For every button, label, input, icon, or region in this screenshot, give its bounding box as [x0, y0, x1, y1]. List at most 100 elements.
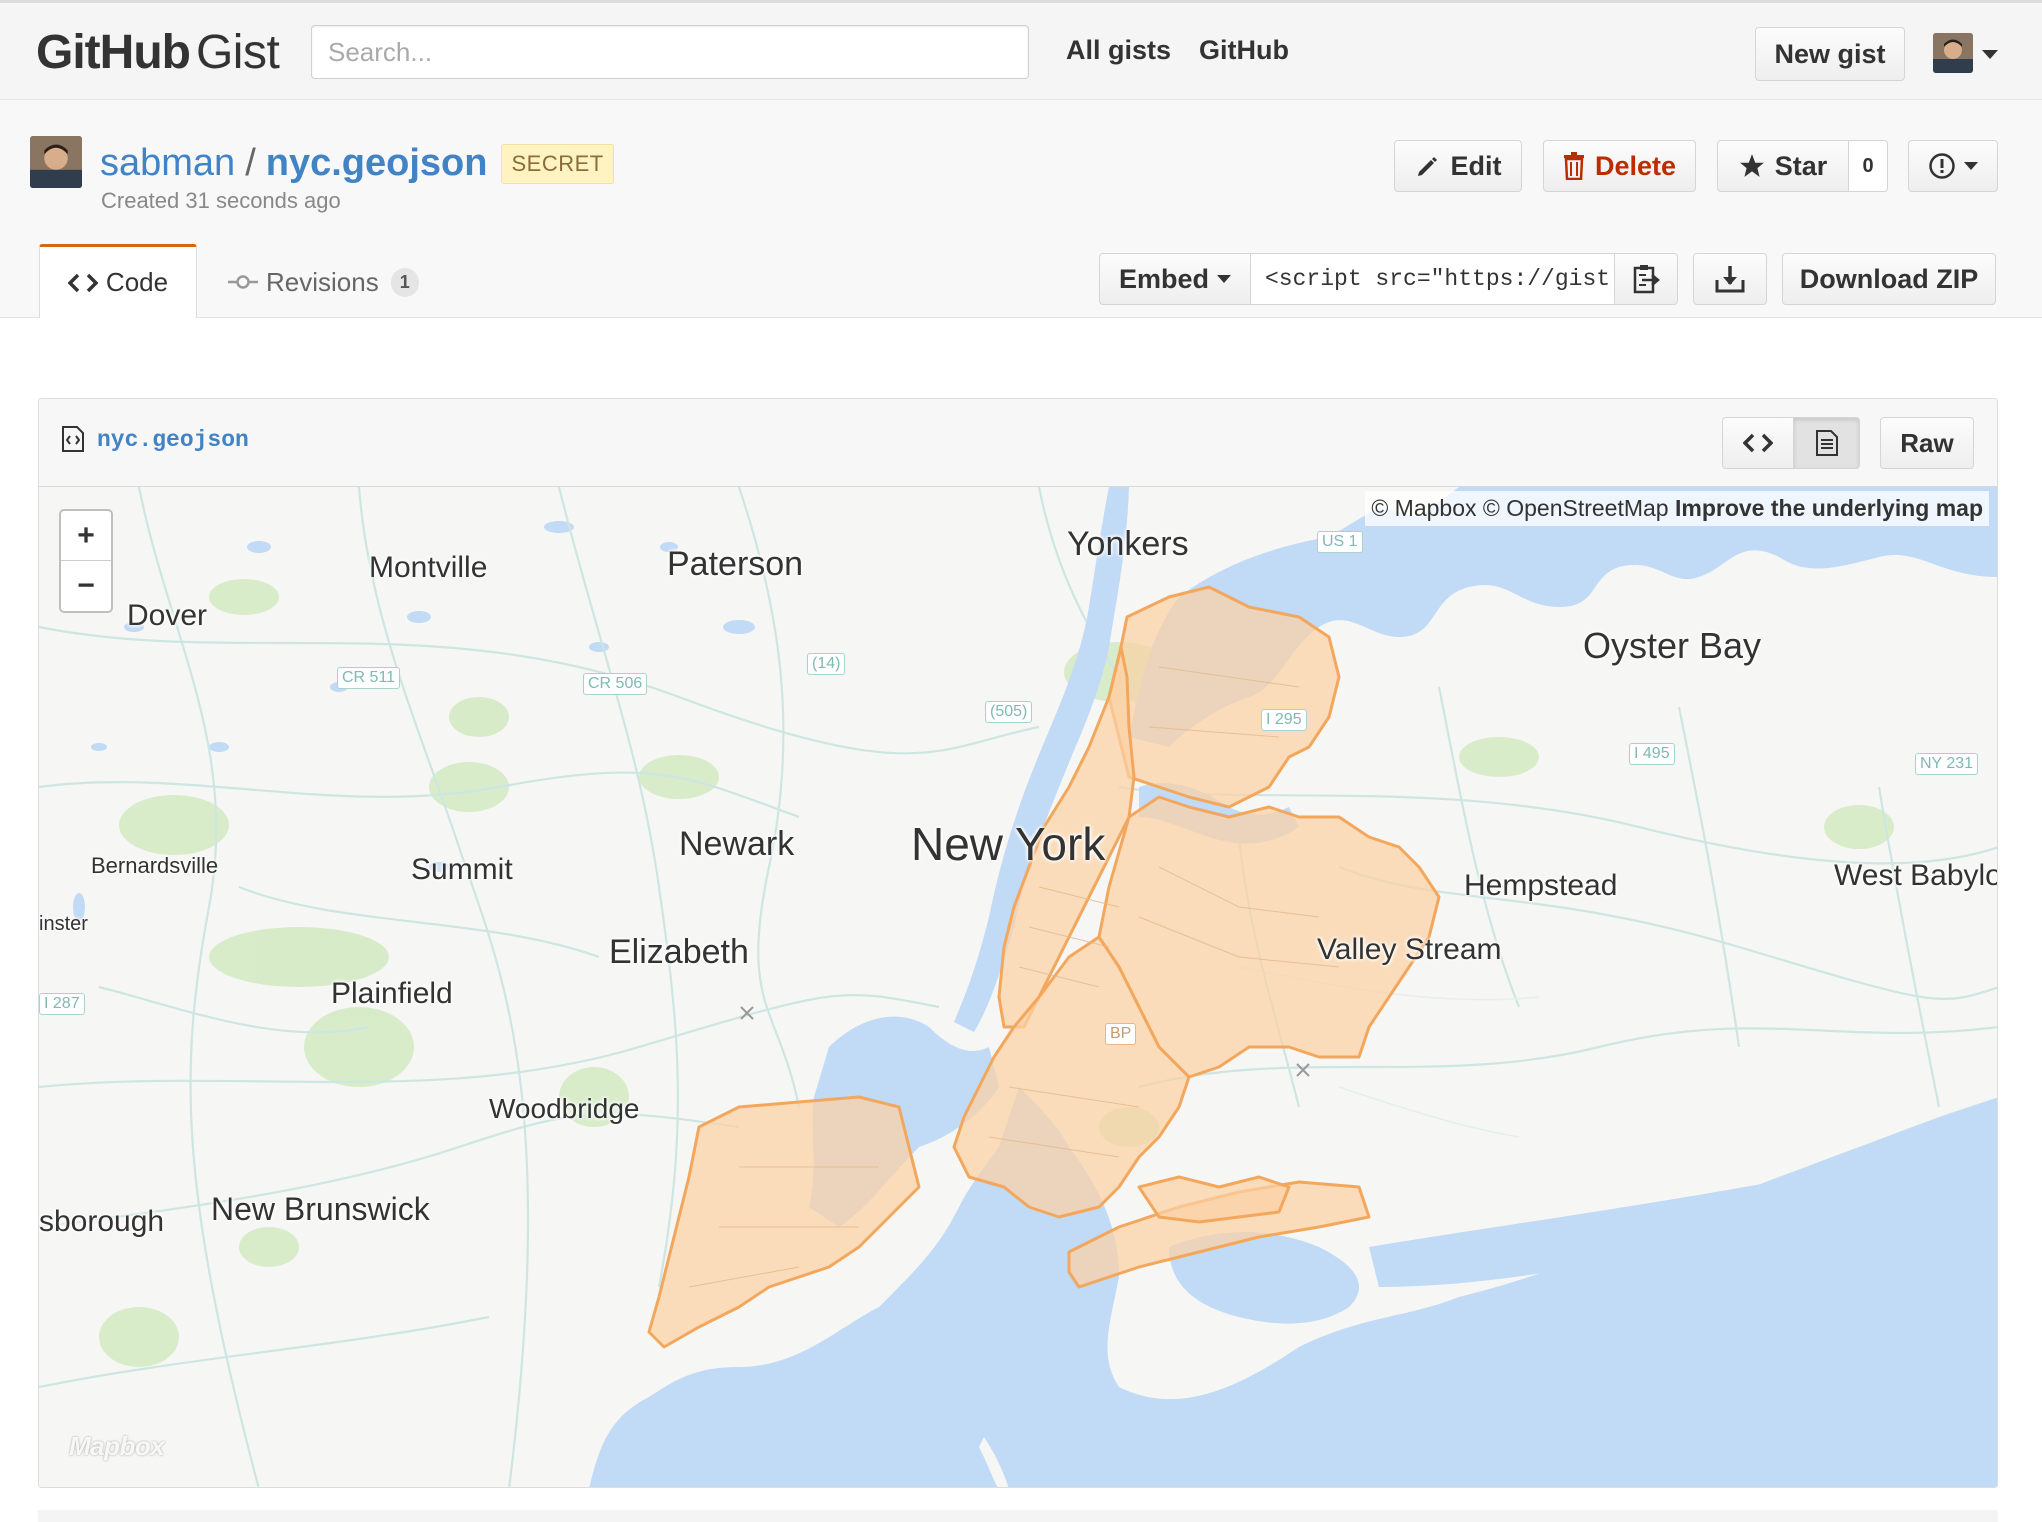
nav-github[interactable]: GitHub — [1199, 35, 1289, 66]
attribution-osm-link[interactable]: © OpenStreetMap — [1483, 495, 1669, 521]
gist-title: sabman / nyc.geojson SECRET — [100, 142, 614, 185]
download-zip-label: Download ZIP — [1799, 263, 1979, 294]
new-gist-label: New gist — [1774, 38, 1886, 69]
created-timestamp: Created 31 seconds ago — [101, 188, 341, 213]
nav-all-gists[interactable]: All gists — [1066, 35, 1171, 66]
commit-icon — [228, 274, 258, 290]
star-icon — [1739, 153, 1765, 179]
label-hempstead: Hempstead — [1464, 869, 1618, 902]
embed-label: Embed — [1118, 263, 1210, 294]
download-button[interactable] — [1693, 253, 1767, 305]
file-name-link[interactable]: nyc.geojson — [97, 427, 249, 453]
code-icon — [1743, 433, 1773, 453]
raw-label: Raw — [1900, 427, 1954, 458]
page-bottom-strip — [38, 1510, 1998, 1522]
trash-icon — [1563, 152, 1585, 180]
tab-revisions[interactable]: Revisions 1 — [228, 262, 419, 302]
label-valley-stream: Valley Stream — [1317, 933, 1502, 966]
gist-name-link[interactable]: nyc.geojson — [266, 142, 488, 185]
embed-group: Embed <script src="https://gist — [1099, 253, 1678, 305]
logo-github-text: GitHub — [36, 26, 191, 79]
title-separator: / — [245, 142, 256, 184]
tab-code-label: Code — [105, 267, 169, 297]
mapbox-logo[interactable]: Mapbox — [69, 1431, 165, 1462]
download-icon — [1715, 266, 1745, 293]
shield-i295: I 295 — [1261, 709, 1307, 731]
file-code-icon — [61, 425, 85, 458]
view-source-button[interactable] — [1722, 417, 1794, 469]
zoom-out-button[interactable]: − — [61, 561, 111, 611]
secret-badge: SECRET — [501, 143, 614, 184]
clipboard-icon — [1633, 265, 1660, 294]
label-west-babylon: West Babylo — [1834, 859, 1998, 892]
label-summit: Summit — [411, 853, 513, 886]
pencil-icon — [1415, 153, 1441, 179]
label-sborough: sborough — [39, 1205, 165, 1238]
shield-505: (505) — [985, 701, 1033, 723]
star-count[interactable]: 0 — [1848, 140, 1888, 192]
label-woodbridge: Woodbridge — [489, 1093, 640, 1124]
map-attribution: © Mapbox © OpenStreetMap Improve the und… — [1365, 491, 1989, 526]
owner-avatar-image — [30, 136, 82, 188]
star-button[interactable]: Star — [1717, 140, 1849, 192]
embed-caret-icon — [1217, 275, 1232, 283]
shield-us1: US 1 — [1317, 531, 1363, 553]
shield-14: (14) — [807, 653, 846, 675]
label-westminster: inster — [39, 913, 88, 935]
github-gist-logo[interactable]: GitHub Gist — [36, 25, 280, 81]
shield-cr511: CR 511 — [337, 667, 401, 689]
label-bernardsville: Bernardsville — [91, 853, 219, 878]
improve-map-link[interactable]: Improve the underlying map — [1675, 495, 1983, 521]
shield-cr506: CR 506 — [583, 673, 648, 695]
label-plainfield: Plainfield — [331, 977, 453, 1010]
label-new-york: New York — [911, 818, 1106, 870]
site-header: GitHub Gist All gists GitHub New gist — [0, 0, 2042, 100]
copy-to-clipboard-button[interactable] — [1614, 253, 1678, 305]
star-count-value: 0 — [1862, 154, 1874, 177]
code-icon — [67, 272, 98, 294]
star-label: Star — [1774, 150, 1828, 181]
edit-button[interactable]: Edit — [1394, 140, 1522, 192]
owner-avatar[interactable] — [30, 136, 82, 188]
revisions-counter: 1 — [390, 267, 419, 297]
label-dover: Dover — [127, 599, 208, 632]
label-yonkers: Yonkers — [1067, 525, 1189, 563]
zoom-in-button[interactable]: + — [61, 511, 111, 561]
tab-revisions-label: Revisions — [266, 266, 379, 297]
shield-bp: BP — [1105, 1023, 1137, 1045]
owner-link[interactable]: sabman — [100, 142, 235, 185]
shield-ny231: NY 231 — [1915, 753, 1979, 775]
embed-dropdown-button[interactable]: Embed — [1099, 253, 1251, 305]
attribution-mapbox-link[interactable]: © Mapbox — [1371, 495, 1476, 521]
file-text-icon — [1815, 430, 1838, 456]
tab-code[interactable]: Code — [39, 244, 197, 318]
shield-i495: I 495 — [1629, 743, 1675, 765]
file-header: nyc.geojson Raw — [39, 399, 1997, 487]
delete-label: Delete — [1594, 150, 1677, 181]
label-elizabeth: Elizabeth — [609, 933, 749, 971]
logo-gist-text: Gist — [195, 26, 280, 79]
embed-code-field[interactable]: <script src="https://gist — [1251, 253, 1614, 305]
new-gist-button[interactable]: New gist — [1755, 27, 1905, 81]
file-box: nyc.geojson Raw Yonkers Paterson Montvil… — [38, 398, 1998, 1488]
edit-label: Edit — [1450, 150, 1502, 181]
report-icon — [1928, 152, 1956, 180]
label-new-brunswick: New Brunswick — [211, 1191, 430, 1227]
raw-button[interactable]: Raw — [1880, 417, 1974, 469]
report-menu-button[interactable] — [1908, 140, 1998, 192]
download-zip-button[interactable]: Download ZIP — [1782, 253, 1996, 305]
user-menu-caret-icon[interactable] — [1982, 50, 1998, 59]
user-avatar[interactable] — [1933, 33, 1973, 73]
label-oyster-bay: Oyster Bay — [1583, 625, 1762, 666]
search-input[interactable] — [311, 25, 1029, 79]
zoom-control: + − — [59, 509, 113, 613]
avatar-image — [1933, 33, 1973, 73]
label-paterson: Paterson — [667, 545, 804, 583]
view-rendered-button[interactable] — [1793, 417, 1860, 469]
label-newark: Newark — [679, 825, 795, 863]
label-montville: Montville — [369, 551, 488, 584]
report-caret-icon — [1964, 162, 1978, 170]
shield-i287: I 287 — [39, 993, 85, 1015]
geojson-map[interactable]: Yonkers Paterson Montville Dover Oyster … — [39, 487, 1998, 1487]
delete-button[interactable]: Delete — [1543, 140, 1696, 192]
